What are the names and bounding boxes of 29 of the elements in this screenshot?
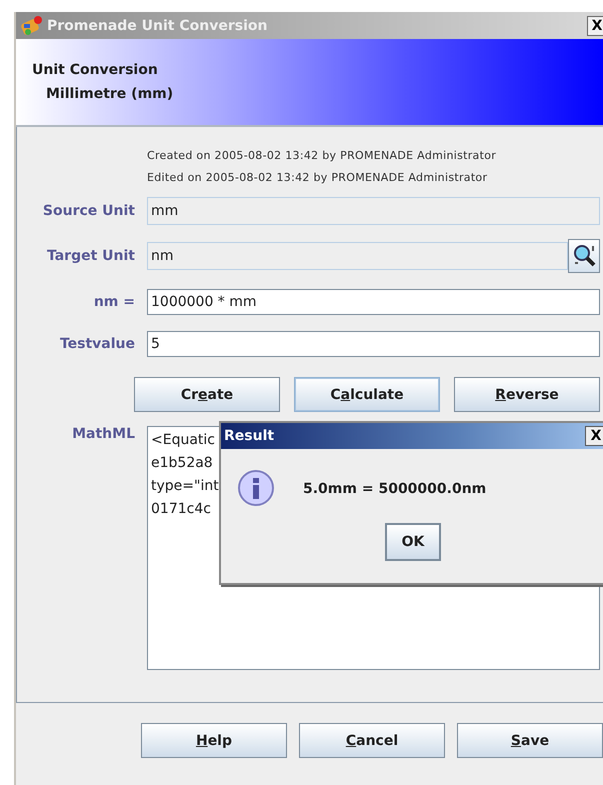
window-title: Promenade Unit Conversion	[47, 18, 268, 34]
footer-button[interactable]: Cancel	[299, 723, 445, 758]
field-label: nm =	[92, 294, 135, 310]
close-button[interactable]: X	[585, 426, 603, 446]
result-message: 5.0mm = 5000000.0nm	[303, 481, 486, 497]
dialog-title: Result	[224, 428, 276, 444]
action-button[interactable]: Create	[134, 377, 280, 412]
readonly-field[interactable]: mm	[147, 197, 600, 225]
field-label: Testvalue	[58, 336, 135, 352]
footer-button[interactable]: Help	[141, 723, 287, 758]
audit-text: Created on 2005-08-02 13:42 by PROMENADE Administrator	[147, 148, 498, 164]
info-icon	[237, 469, 277, 509]
field-label: Target Unit	[46, 248, 135, 264]
app-logo-icon	[20, 14, 44, 36]
input-field[interactable]: 5	[147, 331, 600, 357]
ok-button[interactable]: OK	[385, 523, 441, 561]
audit-text: Edited on 2005-08-02 13:42 by PROMENADE Administrator	[147, 170, 488, 186]
readonly-field[interactable]: nm	[147, 242, 568, 270]
action-button[interactable]: Calculate	[294, 377, 440, 412]
header-title: Unit Conversion	[32, 62, 159, 78]
field-label: Source Unit	[42, 203, 135, 219]
lookup-button[interactable]	[568, 239, 600, 273]
close-button[interactable]: X	[587, 16, 603, 36]
header-subtitle: Millimetre (mm)	[45, 86, 174, 102]
footer-button[interactable]: Save	[457, 723, 603, 758]
action-button[interactable]: Reverse	[454, 377, 600, 412]
magnifier-icon	[571, 243, 597, 269]
field-label: MathML	[71, 426, 135, 442]
input-field[interactable]: 1000000 * mm	[147, 289, 600, 315]
